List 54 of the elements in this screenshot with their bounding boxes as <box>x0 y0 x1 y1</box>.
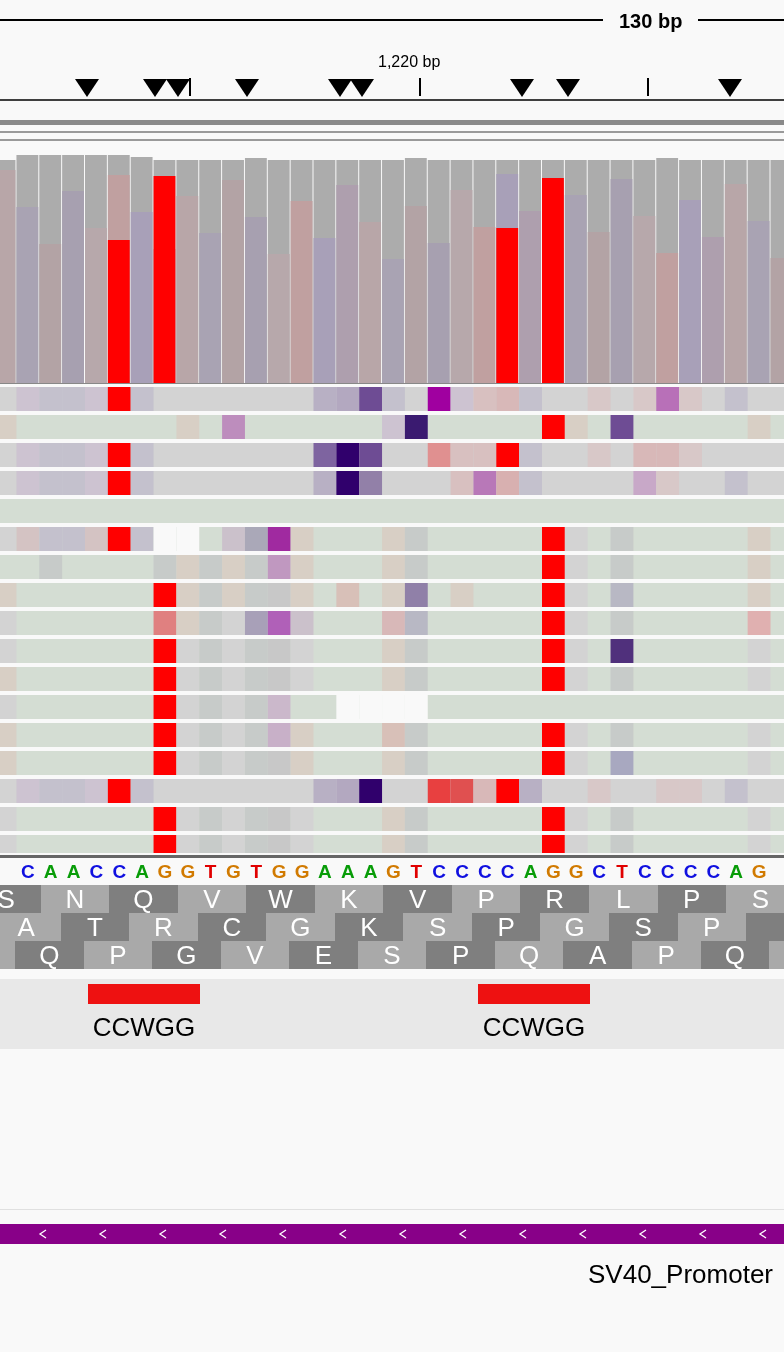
codon-cell: G <box>540 913 609 941</box>
nucleotide-letter: G <box>567 860 585 884</box>
nucleotide-letter: T <box>615 860 629 884</box>
nucleotide-letter: A <box>522 860 539 884</box>
nucleotide-letter: A <box>317 860 333 884</box>
codon-cell: W <box>246 885 315 913</box>
nucleotide-letter: C <box>454 860 470 884</box>
nucleotide-letter: T <box>409 860 424 884</box>
nucleotide-letter: C <box>499 860 516 884</box>
codon-cell: P <box>657 885 727 913</box>
nucleotide-letter: A <box>362 860 379 884</box>
codon-cell: A <box>563 941 632 969</box>
nucleotide-letter: C <box>111 860 128 884</box>
nucleotide-letter: G <box>270 860 288 884</box>
codon-cell: Q <box>15 941 84 969</box>
nucleotide-letter: C <box>659 860 676 884</box>
nucleotide-letter: C <box>19 860 36 884</box>
nucleotide-letter: C <box>705 860 722 884</box>
nucleotide-letter: G <box>225 860 242 884</box>
nucleotide-letter: T <box>249 860 264 884</box>
codon-cell: G <box>266 913 335 941</box>
nucleotide-letter: C <box>476 860 493 884</box>
nucleotide-letter: A <box>65 860 82 884</box>
nucleotide-letter: C <box>591 860 607 884</box>
nucleotide-letter: C <box>431 860 447 884</box>
nucleotide-letter: G <box>545 860 562 884</box>
nucleotide-letter: C <box>636 860 653 884</box>
nucleotide-letter: G <box>179 860 197 884</box>
nucleotide-letter: A <box>728 860 745 884</box>
codon-cell: R <box>129 913 198 941</box>
nucleotide-letter: G <box>750 860 768 884</box>
nucleotide-letter: C <box>682 860 699 884</box>
nucleotide-letter: A <box>134 860 150 884</box>
codon-cell: S <box>403 913 472 941</box>
nucleotide-letter: T <box>203 860 218 884</box>
codon-cell: P <box>677 913 747 941</box>
site-label: CCWGG <box>482 1011 586 1043</box>
codon-cell: G <box>152 941 221 969</box>
nucleotide-letter: G <box>156 860 174 884</box>
position-label: 1,220 bp <box>378 52 441 72</box>
nucleotide-letter: A <box>339 860 356 884</box>
site-label: CCWGG <box>92 1011 196 1043</box>
nucleotide-letter: C <box>88 860 105 884</box>
codon-cell: E <box>289 941 358 969</box>
nucleotide-letter: G <box>293 860 311 884</box>
codon-cell: Q <box>109 885 178 913</box>
codon-cell: R <box>520 885 589 913</box>
feature-label: SV40_Promoter <box>588 1258 773 1290</box>
codon-cell: A <box>0 913 61 941</box>
nucleotide-letter: A <box>42 860 59 884</box>
codon-cell: P <box>426 941 495 969</box>
nucleotide-letter: G <box>385 860 402 884</box>
codon-cell: Q <box>700 941 770 969</box>
codon-cell: V <box>383 885 452 913</box>
